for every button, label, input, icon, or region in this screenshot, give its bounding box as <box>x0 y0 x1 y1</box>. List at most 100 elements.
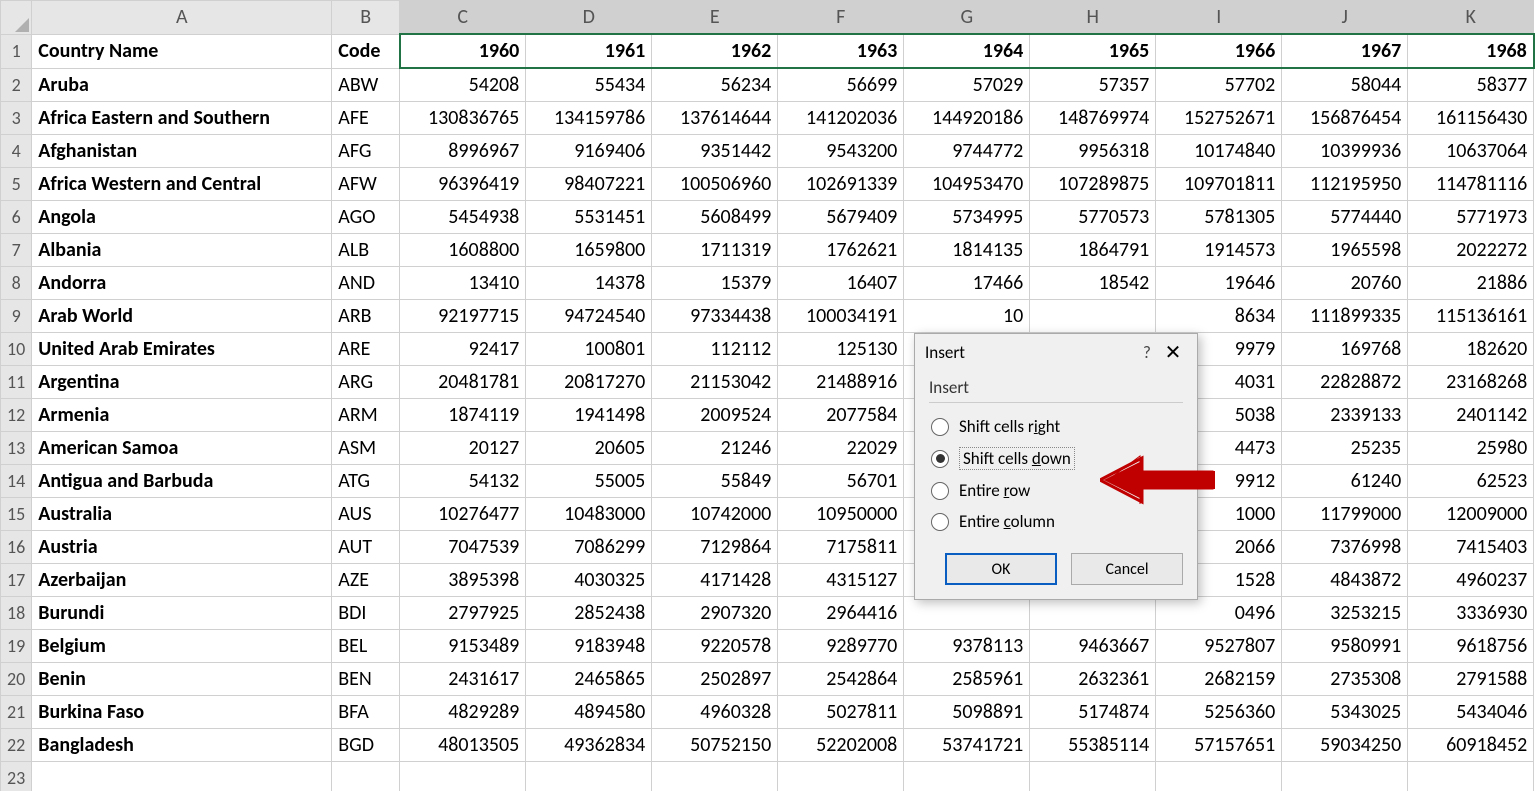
insert-option-2[interactable]: Entire row <box>929 475 1183 506</box>
cell-F16[interactable]: 7175811 <box>778 531 904 564</box>
row-header-2[interactable]: 2 <box>1 68 32 102</box>
cell-C16[interactable]: 7047539 <box>400 531 526 564</box>
cell-G19[interactable]: 9378113 <box>904 630 1030 663</box>
select-all-corner[interactable] <box>1 1 32 35</box>
cell-E23[interactable] <box>652 762 778 791</box>
col-header-K[interactable]: K <box>1408 1 1534 35</box>
cell-E8[interactable]: 15379 <box>652 267 778 300</box>
cell-H6[interactable]: 5770573 <box>1030 201 1156 234</box>
cell-C15[interactable]: 10276477 <box>400 498 526 531</box>
cell-D13[interactable]: 20605 <box>526 432 652 465</box>
cell-C9[interactable]: 92197715 <box>400 300 526 333</box>
cell-H1[interactable]: 1965 <box>1030 34 1156 68</box>
close-icon[interactable]: ✕ <box>1159 340 1187 365</box>
cell-A8[interactable]: Andorra <box>32 267 332 300</box>
cell-A6[interactable]: Angola <box>32 201 332 234</box>
cell-J19[interactable]: 9580991 <box>1282 630 1408 663</box>
cell-D6[interactable]: 5531451 <box>526 201 652 234</box>
cell-G20[interactable]: 2585961 <box>904 663 1030 696</box>
cell-K7[interactable]: 2022272 <box>1408 234 1534 267</box>
cell-I1[interactable]: 1966 <box>1156 34 1282 68</box>
cell-D7[interactable]: 1659800 <box>526 234 652 267</box>
cell-C17[interactable]: 3895398 <box>400 564 526 597</box>
cell-I21[interactable]: 5256360 <box>1156 696 1282 729</box>
cell-E4[interactable]: 9351442 <box>652 135 778 168</box>
row-header-6[interactable]: 6 <box>1 201 32 234</box>
cell-J20[interactable]: 2735308 <box>1282 663 1408 696</box>
cell-I7[interactable]: 1914573 <box>1156 234 1282 267</box>
cell-K3[interactable]: 161156430 <box>1408 102 1534 135</box>
cell-A14[interactable]: Antigua and Barbuda <box>32 465 332 498</box>
row-header-13[interactable]: 13 <box>1 432 32 465</box>
cell-E22[interactable]: 50752150 <box>652 729 778 762</box>
cell-B15[interactable]: AUS <box>332 498 400 531</box>
cell-B18[interactable]: BDI <box>332 597 400 630</box>
cell-K15[interactable]: 12009000 <box>1408 498 1534 531</box>
row-header-11[interactable]: 11 <box>1 366 32 399</box>
cell-J22[interactable]: 59034250 <box>1282 729 1408 762</box>
cell-C10[interactable]: 92417 <box>400 333 526 366</box>
cell-A3[interactable]: Africa Eastern and Southern <box>32 102 332 135</box>
cell-K21[interactable]: 5434046 <box>1408 696 1534 729</box>
cell-J21[interactable]: 5343025 <box>1282 696 1408 729</box>
cell-A12[interactable]: Armenia <box>32 399 332 432</box>
cell-F12[interactable]: 2077584 <box>778 399 904 432</box>
cell-K9[interactable]: 115136161 <box>1408 300 1534 333</box>
ok-button[interactable]: OK <box>945 553 1057 585</box>
row-header-21[interactable]: 21 <box>1 696 32 729</box>
row-header-8[interactable]: 8 <box>1 267 32 300</box>
cell-B13[interactable]: ASM <box>332 432 400 465</box>
cell-E17[interactable]: 4171428 <box>652 564 778 597</box>
cell-F20[interactable]: 2542864 <box>778 663 904 696</box>
cell-A1[interactable]: Country Name <box>32 34 332 68</box>
cell-B22[interactable]: BGD <box>332 729 400 762</box>
cell-C12[interactable]: 1874119 <box>400 399 526 432</box>
cell-J3[interactable]: 156876454 <box>1282 102 1408 135</box>
cell-G22[interactable]: 53741721 <box>904 729 1030 762</box>
cell-B9[interactable]: ARB <box>332 300 400 333</box>
cell-C20[interactable]: 2431617 <box>400 663 526 696</box>
cancel-button[interactable]: Cancel <box>1071 553 1183 585</box>
row-header-16[interactable]: 16 <box>1 531 32 564</box>
cell-B11[interactable]: ARG <box>332 366 400 399</box>
cell-K12[interactable]: 2401142 <box>1408 399 1534 432</box>
cell-B17[interactable]: AZE <box>332 564 400 597</box>
cell-H21[interactable]: 5174874 <box>1030 696 1156 729</box>
cell-K20[interactable]: 2791588 <box>1408 663 1534 696</box>
row-header-4[interactable]: 4 <box>1 135 32 168</box>
insert-option-3[interactable]: Entire column <box>929 506 1183 537</box>
cell-G1[interactable]: 1964 <box>904 34 1030 68</box>
cell-C18[interactable]: 2797925 <box>400 597 526 630</box>
cell-E13[interactable]: 21246 <box>652 432 778 465</box>
cell-G23[interactable] <box>904 762 1030 791</box>
cell-A7[interactable]: Albania <box>32 234 332 267</box>
cell-E19[interactable]: 9220578 <box>652 630 778 663</box>
cell-C5[interactable]: 96396419 <box>400 168 526 201</box>
cell-G6[interactable]: 5734995 <box>904 201 1030 234</box>
col-header-F[interactable]: F <box>778 1 904 35</box>
cell-B4[interactable]: AFG <box>332 135 400 168</box>
cell-B21[interactable]: BFA <box>332 696 400 729</box>
cell-H18[interactable] <box>1030 597 1156 630</box>
cell-E12[interactable]: 2009524 <box>652 399 778 432</box>
cell-K6[interactable]: 5771973 <box>1408 201 1534 234</box>
cell-K14[interactable]: 62523 <box>1408 465 1534 498</box>
cell-G7[interactable]: 1814135 <box>904 234 1030 267</box>
cell-J17[interactable]: 4843872 <box>1282 564 1408 597</box>
row-header-10[interactable]: 10 <box>1 333 32 366</box>
cell-J4[interactable]: 10399936 <box>1282 135 1408 168</box>
cell-C19[interactable]: 9153489 <box>400 630 526 663</box>
cell-H7[interactable]: 1864791 <box>1030 234 1156 267</box>
cell-C14[interactable]: 54132 <box>400 465 526 498</box>
col-header-H[interactable]: H <box>1030 1 1156 35</box>
row-header-7[interactable]: 7 <box>1 234 32 267</box>
cell-G18[interactable] <box>904 597 1030 630</box>
cell-K5[interactable]: 114781116 <box>1408 168 1534 201</box>
cell-E3[interactable]: 137614644 <box>652 102 778 135</box>
cell-C7[interactable]: 1608800 <box>400 234 526 267</box>
cell-K8[interactable]: 21886 <box>1408 267 1534 300</box>
cell-E11[interactable]: 21153042 <box>652 366 778 399</box>
cell-F6[interactable]: 5679409 <box>778 201 904 234</box>
cell-B6[interactable]: AGO <box>332 201 400 234</box>
cell-G4[interactable]: 9744772 <box>904 135 1030 168</box>
